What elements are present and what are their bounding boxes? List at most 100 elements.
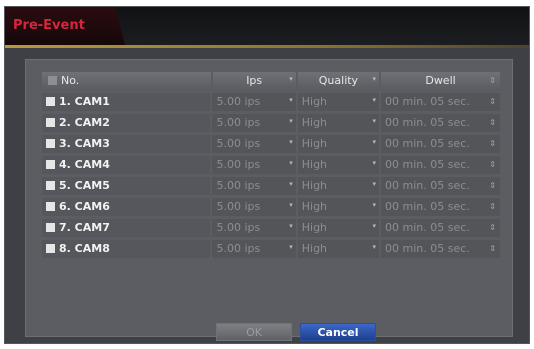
quality-select[interactable]: High ▾ xyxy=(297,156,380,174)
table-row: 1. CAM1 5.00 ips ▾ High ▾ 00 min. 05 sec. ⇕ xyxy=(42,93,500,111)
ips-value: 5.00 ips xyxy=(216,95,261,108)
camera-cell[interactable]: 2. CAM2 xyxy=(42,114,211,132)
camera-checkbox[interactable] xyxy=(46,202,55,211)
camera-checkbox[interactable] xyxy=(46,139,55,148)
camera-checkbox[interactable] xyxy=(46,181,55,190)
quality-value: High xyxy=(301,200,328,213)
quality-select[interactable]: High ▾ xyxy=(297,219,380,237)
quality-select[interactable]: High ▾ xyxy=(297,114,380,132)
dialog-title: Pre-Event xyxy=(13,18,85,33)
camera-label: 8. CAM8 xyxy=(59,242,110,255)
camera-checkbox[interactable] xyxy=(46,97,55,106)
header-dwell[interactable]: Dwell ⇕ xyxy=(381,72,500,90)
dwell-spinner[interactable]: 00 min. 05 sec. ⇕ xyxy=(381,177,500,195)
quality-value: High xyxy=(301,158,328,171)
dropdown-arrow-icon: ▾ xyxy=(372,180,377,188)
table-row: 6. CAM6 5.00 ips ▾ High ▾ 00 min. 05 sec. ⇕ xyxy=(42,198,500,216)
dwell-spinner[interactable]: 00 min. 05 sec. ⇕ xyxy=(381,156,500,174)
ips-value: 5.00 ips xyxy=(216,242,261,255)
header-ips[interactable]: Ips ▾ xyxy=(212,72,296,90)
camera-label: 6. CAM6 xyxy=(59,200,110,213)
dropdown-arrow-icon: ▾ xyxy=(372,243,377,251)
dropdown-arrow-icon: ▾ xyxy=(289,159,293,167)
dropdown-arrow-icon: ▾ xyxy=(372,159,377,167)
dwell-value: 00 min. 05 sec. xyxy=(385,137,470,150)
ips-select[interactable]: 5.00 ips ▾ xyxy=(212,198,296,216)
dwell-spinner[interactable]: 00 min. 05 sec. ⇕ xyxy=(381,240,500,258)
camera-checkbox[interactable] xyxy=(46,118,55,127)
quality-select[interactable]: High ▾ xyxy=(297,198,380,216)
dropdown-arrow-icon: ▾ xyxy=(372,96,377,104)
dwell-value: 00 min. 05 sec. xyxy=(385,179,470,192)
quality-value: High xyxy=(301,95,328,108)
dropdown-arrow-icon: ▾ xyxy=(289,243,293,251)
ips-select[interactable]: 5.00 ips ▾ xyxy=(212,219,296,237)
title-accent-line xyxy=(5,45,529,48)
dwell-value: 00 min. 05 sec. xyxy=(385,158,470,171)
ips-select[interactable]: 5.00 ips ▾ xyxy=(212,135,296,153)
camera-cell[interactable]: 6. CAM6 xyxy=(42,198,211,216)
camera-checkbox[interactable] xyxy=(46,244,55,253)
spinner-icon: ⇕ xyxy=(489,97,496,106)
spinner-icon: ⇕ xyxy=(489,160,496,169)
camera-label: 1. CAM1 xyxy=(59,95,110,108)
camera-label: 7. CAM7 xyxy=(59,221,110,234)
ips-select[interactable]: 5.00 ips ▾ xyxy=(212,156,296,174)
dropdown-arrow-icon: ▾ xyxy=(289,201,293,209)
camera-cell[interactable]: 5. CAM5 xyxy=(42,177,211,195)
dwell-spinner[interactable]: 00 min. 05 sec. ⇕ xyxy=(381,93,500,111)
dwell-spinner[interactable]: 00 min. 05 sec. ⇕ xyxy=(381,219,500,237)
ips-value: 5.00 ips xyxy=(216,116,261,129)
camera-cell[interactable]: 7. CAM7 xyxy=(42,219,211,237)
ips-value: 5.00 ips xyxy=(216,137,261,150)
quality-select[interactable]: High ▾ xyxy=(297,177,380,195)
spinner-icon: ⇕ xyxy=(489,244,496,253)
dropdown-arrow-icon: ▾ xyxy=(289,75,293,83)
spinner-icon: ⇕ xyxy=(489,202,496,211)
header-no[interactable]: No. xyxy=(42,72,211,90)
camera-cell[interactable]: 3. CAM3 xyxy=(42,135,211,153)
header-quality-label: Quality xyxy=(318,74,359,87)
header-quality[interactable]: Quality ▾ xyxy=(297,72,380,90)
dwell-spinner[interactable]: 00 min. 05 sec. ⇕ xyxy=(381,198,500,216)
dropdown-arrow-icon: ▾ xyxy=(372,201,377,209)
table-row: 5. CAM5 5.00 ips ▾ High ▾ 00 min. 05 sec. ⇕ xyxy=(42,177,500,195)
dropdown-arrow-icon: ▾ xyxy=(289,222,293,230)
camera-checkbox[interactable] xyxy=(46,223,55,232)
dropdown-arrow-icon: ▾ xyxy=(289,96,293,104)
quality-select[interactable]: High ▾ xyxy=(297,135,380,153)
cancel-button[interactable]: Cancel xyxy=(300,323,376,341)
table-row: 3. CAM3 5.00 ips ▾ High ▾ 00 min. 05 sec. ⇕ xyxy=(42,135,500,153)
header-no-label: No. xyxy=(61,74,80,87)
select-all-checkbox[interactable] xyxy=(48,76,57,85)
dwell-value: 00 min. 05 sec. xyxy=(385,95,470,108)
camera-cell[interactable]: 8. CAM8 xyxy=(42,240,211,258)
spinner-icon: ⇕ xyxy=(489,118,496,127)
dropdown-arrow-icon: ▾ xyxy=(372,75,377,83)
quality-select[interactable]: High ▾ xyxy=(297,93,380,111)
ips-select[interactable]: 5.00 ips ▾ xyxy=(212,177,296,195)
ips-select[interactable]: 5.00 ips ▾ xyxy=(212,114,296,132)
table-row: 7. CAM7 5.00 ips ▾ High ▾ 00 min. 05 sec. ⇕ xyxy=(42,219,500,237)
table-row: 4. CAM4 5.00 ips ▾ High ▾ 00 min. 05 sec. ⇕ xyxy=(42,156,500,174)
camera-cell[interactable]: 4. CAM4 xyxy=(42,156,211,174)
camera-cell[interactable]: 1. CAM1 xyxy=(42,93,211,111)
quality-value: High xyxy=(301,221,328,234)
dwell-spinner[interactable]: 00 min. 05 sec. ⇕ xyxy=(381,114,500,132)
dwell-spinner[interactable]: 00 min. 05 sec. ⇕ xyxy=(381,135,500,153)
dropdown-arrow-icon: ▾ xyxy=(372,222,377,230)
quality-select[interactable]: High ▾ xyxy=(297,240,380,258)
quality-value: High xyxy=(301,242,328,255)
ips-select[interactable]: 5.00 ips ▾ xyxy=(212,93,296,111)
ips-select[interactable]: 5.00 ips ▾ xyxy=(212,240,296,258)
table-row: 2. CAM2 5.00 ips ▾ High ▾ 00 min. 05 sec. ⇕ xyxy=(42,114,500,132)
quality-value: High xyxy=(301,179,328,192)
ips-value: 5.00 ips xyxy=(216,200,261,213)
camera-label: 2. CAM2 xyxy=(59,116,110,129)
quality-value: High xyxy=(301,137,328,150)
camera-checkbox[interactable] xyxy=(46,160,55,169)
ips-value: 5.00 ips xyxy=(216,179,261,192)
dwell-value: 00 min. 05 sec. xyxy=(385,242,470,255)
ok-button[interactable]: OK xyxy=(216,323,292,341)
quality-value: High xyxy=(301,116,328,129)
